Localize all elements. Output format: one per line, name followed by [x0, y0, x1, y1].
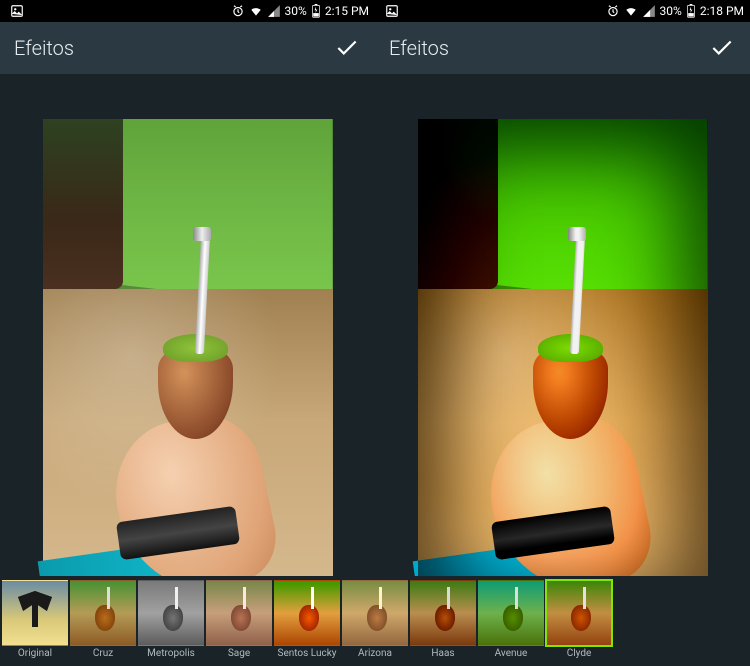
filter-haas[interactable]: Haas — [410, 580, 476, 659]
filter-thumb — [2, 580, 68, 646]
filter-cruz[interactable]: Cruz — [70, 580, 136, 659]
screen-left: 30% 2:15 PM Efeitos — [0, 0, 375, 666]
status-bar: 30% 2:15 PM — [0, 0, 375, 22]
filter-thumb — [70, 580, 136, 646]
filter-label: Cruz — [70, 648, 136, 659]
signal-icon — [642, 4, 656, 18]
filter-thumb — [546, 580, 612, 646]
battery-label: 30% — [285, 4, 307, 18]
filter-label: Sentos Lucky — [274, 648, 340, 659]
filter-label: Original — [2, 648, 68, 659]
image-icon — [385, 4, 399, 18]
filter-label: Arizona — [342, 648, 408, 659]
status-bar: 30% 2:18 PM — [375, 0, 750, 22]
confirm-button[interactable] — [708, 34, 736, 62]
filter-thumb — [138, 580, 204, 646]
signal-icon — [267, 4, 281, 18]
filter-thumb — [410, 580, 476, 646]
filter-strip[interactable]: Original Cruz Metropolis Sage Sentos Luc… — [0, 576, 750, 666]
photo-preview[interactable] — [418, 119, 708, 621]
filter-thumb — [206, 580, 272, 646]
screen-right: 30% 2:18 PM Efeitos — [375, 0, 750, 666]
filter-sage[interactable]: Sage — [206, 580, 272, 659]
filter-metropolis[interactable]: Metropolis — [138, 580, 204, 659]
confirm-button[interactable] — [333, 34, 361, 62]
clock-label: 2:15 PM — [325, 4, 369, 18]
wifi-icon — [624, 4, 638, 18]
filter-label: Sage — [206, 648, 272, 659]
photo-preview[interactable] — [43, 119, 333, 621]
filter-thumb — [274, 580, 340, 646]
battery-icon — [311, 4, 321, 18]
header: Efeitos — [375, 22, 750, 74]
battery-label: 30% — [660, 4, 682, 18]
alarm-icon — [231, 4, 245, 18]
filter-arizona[interactable]: Arizona — [342, 580, 408, 659]
alarm-icon — [606, 4, 620, 18]
filter-label: Haas — [410, 648, 476, 659]
filter-sentos-lucky[interactable]: Sentos Lucky — [274, 580, 340, 659]
filter-clyde[interactable]: Clyde — [546, 580, 612, 659]
image-icon — [10, 4, 24, 18]
page-title: Efeitos — [389, 36, 449, 60]
filter-label: Metropolis — [138, 648, 204, 659]
battery-icon — [686, 4, 696, 18]
filter-label: Avenue — [478, 648, 544, 659]
wifi-icon — [249, 4, 263, 18]
header: Efeitos — [0, 22, 375, 74]
page-title: Efeitos — [14, 36, 74, 60]
clock-label: 2:18 PM — [700, 4, 744, 18]
filter-original[interactable]: Original — [2, 580, 68, 659]
filter-avenue[interactable]: Avenue — [478, 580, 544, 659]
filter-thumb — [342, 580, 408, 646]
filter-label: Clyde — [546, 648, 612, 659]
filter-thumb — [478, 580, 544, 646]
